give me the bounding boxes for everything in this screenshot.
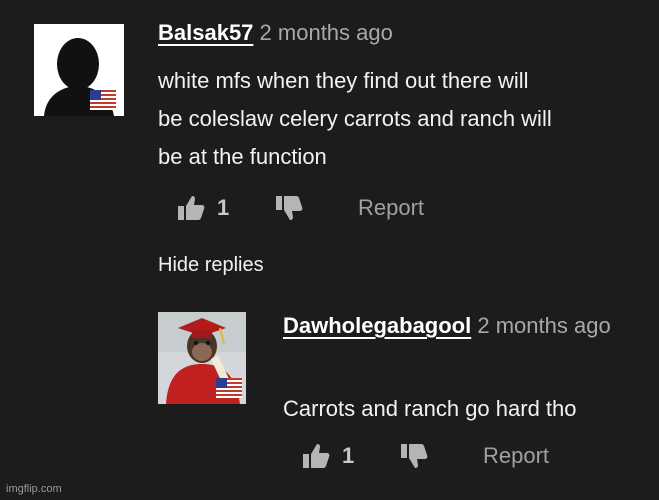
- reply-username[interactable]: Dawholegabagool: [283, 313, 471, 338]
- us-flag-icon: [90, 90, 116, 110]
- thumbs-up-icon[interactable]: [175, 192, 207, 224]
- comment-line: be coleslaw celery carrots and ranch wil…: [158, 106, 552, 131]
- hide-replies-button[interactable]: Hide replies: [158, 254, 264, 277]
- comment-body: white mfs when they find out there will …: [158, 62, 628, 176]
- reply-header: Dawholegabagool 2 months ago: [283, 308, 613, 344]
- comment-header: Balsak57 2 months ago: [158, 20, 393, 46]
- us-flag-icon: [216, 378, 242, 398]
- like-count: 1: [342, 443, 355, 468]
- comment-line: be at the function: [158, 144, 327, 169]
- comment-line: white mfs when they find out there will: [158, 68, 529, 93]
- thumbs-down-icon[interactable]: [398, 440, 430, 472]
- imgflip-watermark: imgflip.com: [6, 483, 62, 495]
- report-button[interactable]: Report: [358, 195, 424, 221]
- comment-timestamp: 2 months ago: [259, 20, 393, 45]
- thumbs-up-icon[interactable]: [300, 440, 332, 472]
- reply-timestamp: 2 months ago: [477, 313, 611, 338]
- thumbs-down-icon[interactable]: [273, 192, 305, 224]
- like-count: 1: [217, 195, 230, 220]
- comment-action-bar: 1 Report: [175, 192, 455, 226]
- reply-body: Carrots and ranch go hard tho: [283, 396, 577, 421]
- reply-action-bar: 1 Report: [300, 440, 580, 474]
- report-button[interactable]: Report: [483, 443, 549, 469]
- comment-username[interactable]: Balsak57: [158, 20, 253, 45]
